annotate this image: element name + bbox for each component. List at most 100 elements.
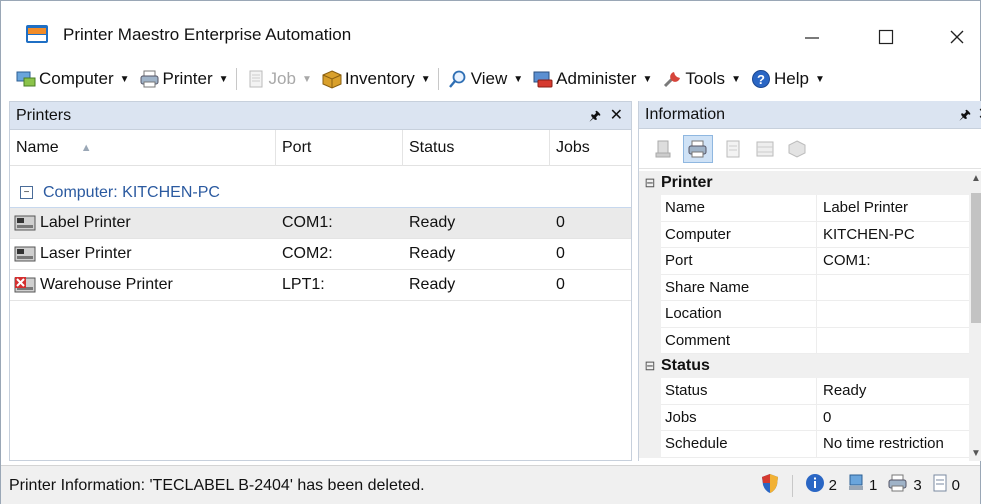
maximize-icon	[878, 29, 894, 45]
printer-port: COM2:	[282, 245, 333, 262]
label-printer-icon	[14, 214, 36, 232]
property-grid: ⊟ Printer Name Label Printer Computer KITC…	[639, 171, 969, 461]
app-logo-icon	[25, 23, 49, 45]
computer-group-label: Computer: KITCHEN-PC	[43, 183, 220, 201]
printer-jobs: 0	[556, 245, 565, 262]
table-row[interactable]: Label Printer COM1: Ready 0	[10, 208, 631, 239]
information-pane-header: Information 🖈 ✕	[639, 101, 981, 129]
printer-count: 3	[913, 477, 922, 494]
property-row[interactable]: Port COM1:	[639, 248, 969, 275]
job-icon	[245, 69, 267, 89]
job-status-icon[interactable]	[932, 473, 948, 498]
chevron-down-icon: ▼	[301, 73, 312, 85]
printer-jobs: 0	[556, 214, 565, 231]
close-button[interactable]	[929, 15, 981, 59]
title-bar[interactable]: Printer Maestro Enterprise Automation	[1, 1, 980, 59]
laser-printer-icon	[14, 245, 36, 263]
printer-info-icon[interactable]	[683, 134, 713, 163]
computer-count: 1	[868, 477, 878, 494]
menu-help[interactable]: ? Help ▼	[750, 69, 825, 89]
info-count: 2	[828, 477, 837, 494]
inventory-icon	[321, 69, 343, 89]
chevron-down-icon: ▼	[814, 73, 825, 85]
printer-icon	[139, 69, 161, 89]
printer-status: Ready	[409, 245, 456, 262]
property-grid-scrollbar[interactable]: ▲ ▼	[969, 171, 981, 461]
menu-view[interactable]: View ▼	[447, 69, 523, 89]
status-bar: Printer Information: 'TECLABEL B-2404' h…	[1, 465, 980, 504]
job-info-icon[interactable]	[721, 137, 745, 161]
information-toolbar	[639, 129, 981, 169]
svg-text:?: ?	[757, 72, 765, 87]
property-category-status[interactable]: ⊟ Status	[639, 354, 969, 378]
printer-name: Laser Printer	[40, 245, 132, 262]
property-row[interactable]: Schedule No time restriction	[639, 431, 969, 458]
column-header-name[interactable]: Name ▲	[10, 130, 276, 166]
computer-status-icon[interactable]	[847, 473, 865, 498]
property-category-printer[interactable]: ⊟ Printer	[639, 171, 969, 195]
collapse-icon[interactable]: ⊟	[639, 358, 661, 374]
printer-status-icon[interactable]	[887, 473, 909, 498]
scrollbar-thumb[interactable]	[971, 193, 981, 323]
printer-port: COM1:	[282, 214, 333, 231]
administer-icon	[532, 69, 554, 89]
shield-icon[interactable]	[760, 472, 780, 499]
menu-job[interactable]: Job ▼	[245, 69, 312, 89]
property-row[interactable]: Jobs 0	[639, 404, 969, 431]
printers-pane-header: Printers 🖈 ✕	[10, 102, 631, 130]
pin-icon[interactable]: 🖈	[589, 107, 601, 129]
info-icon[interactable]	[805, 473, 825, 498]
scroll-up-icon[interactable]: ▲	[969, 173, 981, 184]
printer-port: LPT1:	[282, 276, 325, 293]
table-row[interactable]: Laser Printer COM2: Ready 0	[10, 239, 631, 270]
toolbar-separator	[437, 68, 439, 90]
column-header-port[interactable]: Port	[276, 130, 403, 166]
pane-close-icon[interactable]: ✕	[610, 105, 623, 125]
chevron-down-icon: ▼	[420, 73, 431, 85]
chevron-down-icon: ▼	[218, 73, 229, 85]
computer-group-row[interactable]: − Computer: KITCHEN-PC	[10, 166, 631, 208]
minimize-icon	[805, 37, 819, 39]
minimize-button[interactable]	[784, 15, 840, 59]
column-header-status[interactable]: Status	[403, 130, 550, 166]
menu-administer[interactable]: Administer ▼	[532, 69, 652, 89]
toolbar-separator	[235, 68, 237, 90]
property-row[interactable]: Status Ready	[639, 378, 969, 405]
property-row[interactable]: Name Label Printer	[639, 195, 969, 222]
computer-info-icon[interactable]	[651, 137, 675, 161]
menu-computer[interactable]: Computer ▼	[15, 69, 130, 89]
printer-name: Label Printer	[40, 214, 131, 231]
printer-name: Warehouse Printer	[40, 276, 173, 293]
chevron-down-icon: ▼	[513, 73, 524, 85]
menu-toolbar: Computer ▼ Printer ▼ Job ▼ Inventory ▼ View ▼…	[1, 59, 980, 99]
inventory-info-icon[interactable]	[785, 137, 809, 161]
pin-icon[interactable]: 🖈	[959, 106, 971, 128]
menu-tools[interactable]: Tools ▼	[661, 69, 741, 89]
pane-close-icon[interactable]: ✕	[978, 104, 981, 124]
collapse-icon[interactable]: −	[20, 186, 33, 199]
table-info-icon[interactable]	[753, 137, 777, 161]
property-row[interactable]: Location	[639, 301, 969, 328]
scroll-down-icon[interactable]: ▼	[969, 448, 981, 459]
menu-inventory[interactable]: Inventory ▼	[321, 69, 431, 89]
status-separator	[791, 474, 793, 497]
status-message: Printer Information: 'TECLABEL B-2404' h…	[9, 476, 425, 494]
menu-printer[interactable]: Printer ▼	[139, 69, 229, 89]
collapse-icon[interactable]: ⊟	[639, 175, 661, 191]
property-row[interactable]: Computer KITCHEN-PC	[639, 221, 969, 248]
chevron-down-icon: ▼	[119, 73, 130, 85]
column-header-jobs[interactable]: Jobs	[550, 130, 630, 166]
table-row[interactable]: Warehouse Printer LPT1: Ready 0	[10, 270, 631, 301]
property-row[interactable]: Share Name	[639, 274, 969, 301]
help-icon: ?	[750, 69, 772, 89]
close-icon	[950, 30, 964, 44]
maximize-button[interactable]	[858, 15, 914, 59]
window-title: Printer Maestro Enterprise Automation	[63, 25, 352, 44]
app-window: Printer Maestro Enterprise Automation Co…	[0, 0, 981, 504]
printers-column-header: Name ▲ Port Status Jobs	[10, 130, 631, 166]
printers-pane-title: Printers	[16, 106, 72, 124]
chevron-down-icon: ▼	[731, 73, 741, 85]
magnifier-icon	[447, 69, 469, 89]
sort-ascending-icon: ▲	[80, 142, 92, 154]
property-row[interactable]: Comment	[639, 327, 969, 354]
